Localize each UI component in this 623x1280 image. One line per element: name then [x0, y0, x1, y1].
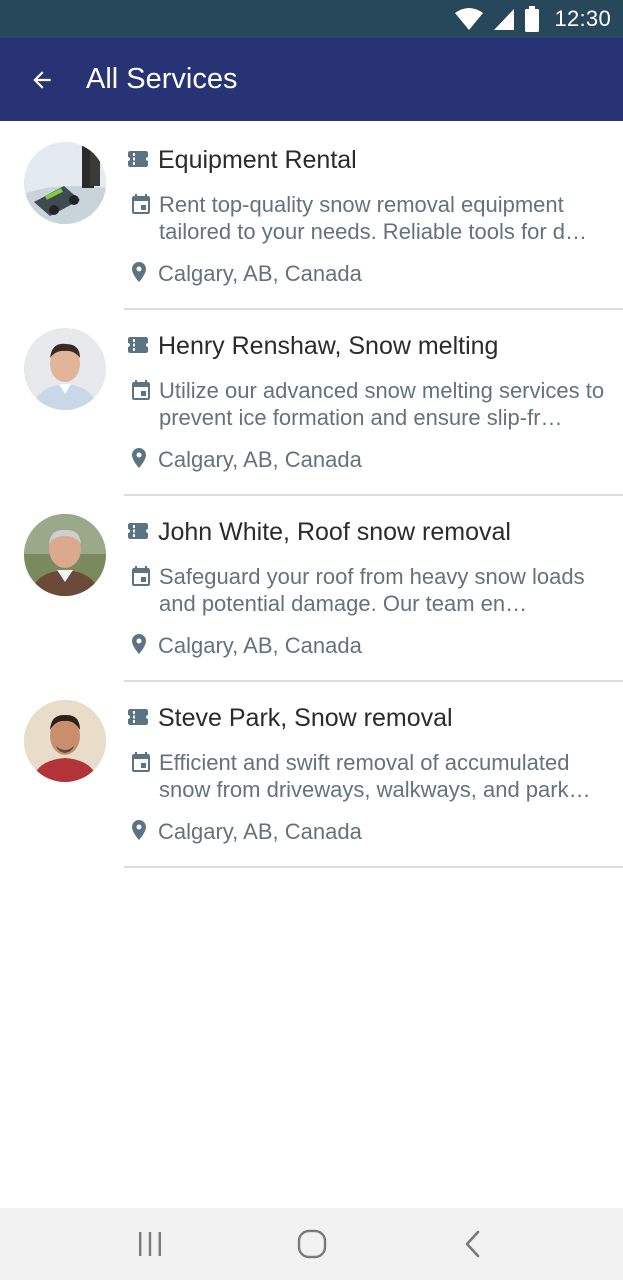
- location-row: Calgary, AB, Canada: [126, 818, 362, 845]
- location-pin-icon: [132, 820, 146, 840]
- calendar-icon: [132, 566, 150, 586]
- home-icon: [297, 1229, 327, 1259]
- location-row: Calgary, AB, Canada: [126, 260, 362, 287]
- ticket-icon: [128, 709, 148, 725]
- status-time: 12:30: [554, 6, 611, 31]
- location-pin-icon: [132, 448, 146, 468]
- person-photo: [24, 514, 106, 596]
- ticket-icon: [128, 337, 148, 353]
- snow-equipment-photo: [24, 142, 106, 224]
- home-button[interactable]: [282, 1220, 342, 1268]
- service-description: Safeguard your roof from heavy snow load…: [159, 564, 585, 616]
- avatar: [24, 328, 106, 410]
- battery-icon: [525, 6, 540, 32]
- service-list: Equipment Rental Rent top-quality snow r…: [0, 121, 623, 868]
- service-location: Calgary, AB, Canada: [158, 633, 362, 658]
- location-row: Calgary, AB, Canada: [126, 632, 362, 659]
- list-item[interactable]: Henry Renshaw, Snow melting Utilize our …: [0, 307, 623, 496]
- system-nav-bar: [0, 1208, 623, 1280]
- back-icon: [465, 1230, 480, 1258]
- list-item[interactable]: Equipment Rental Rent top-quality snow r…: [0, 121, 623, 310]
- location-pin-icon: [132, 634, 146, 654]
- page-title: All Services: [86, 63, 238, 95]
- service-description: Efficient and swift removal of accumulat…: [159, 750, 591, 802]
- system-back-button[interactable]: [443, 1220, 503, 1268]
- status-bar: 12:30: [0, 0, 623, 38]
- service-description: Rent top-quality snow removal equipment …: [159, 192, 588, 244]
- status-icons: 12:30: [454, 6, 611, 32]
- title-row: John White, Roof snow removal: [126, 517, 511, 547]
- title-row: Equipment Rental: [126, 145, 357, 175]
- avatar: [24, 514, 106, 596]
- service-title: Steve Park, Snow removal: [158, 704, 453, 732]
- description-row: Rent top-quality snow removal equipment …: [126, 191, 608, 245]
- title-row: Steve Park, Snow removal: [126, 703, 453, 733]
- service-description: Utilize our advanced snow melting servic…: [159, 378, 605, 430]
- recent-apps-button[interactable]: [120, 1220, 180, 1268]
- description-row: Efficient and swift removal of accumulat…: [126, 749, 608, 803]
- service-location: Calgary, AB, Canada: [158, 819, 362, 844]
- avatar: [24, 142, 106, 224]
- service-location: Calgary, AB, Canada: [158, 261, 362, 286]
- calendar-icon: [132, 752, 150, 772]
- service-location: Calgary, AB, Canada: [158, 447, 362, 472]
- avatar: [24, 700, 106, 782]
- cell-signal-icon: [494, 9, 515, 30]
- divider: [124, 866, 623, 868]
- ticket-icon: [128, 523, 148, 539]
- description-row: Safeguard your roof from heavy snow load…: [126, 563, 608, 617]
- arrow-left-icon: [33, 71, 51, 89]
- list-item[interactable]: John White, Roof snow removal Safeguard …: [0, 493, 623, 682]
- person-photo: [24, 328, 106, 410]
- calendar-icon: [132, 380, 150, 400]
- person-photo: [24, 700, 106, 782]
- location-row: Calgary, AB, Canada: [126, 446, 362, 473]
- app-bar: All Services: [0, 38, 623, 121]
- description-row: Utilize our advanced snow melting servic…: [126, 377, 608, 431]
- back-button[interactable]: [18, 56, 66, 104]
- calendar-icon: [132, 194, 150, 214]
- wifi-icon: [455, 8, 484, 30]
- service-title: John White, Roof snow removal: [158, 518, 511, 546]
- service-title: Henry Renshaw, Snow melting: [158, 332, 499, 360]
- recent-apps-icon: [139, 1232, 161, 1256]
- ticket-icon: [128, 151, 148, 167]
- service-title: Equipment Rental: [158, 146, 357, 174]
- location-pin-icon: [132, 262, 146, 282]
- list-item[interactable]: Steve Park, Snow removal Efficient and s…: [0, 679, 623, 868]
- title-row: Henry Renshaw, Snow melting: [126, 331, 498, 361]
